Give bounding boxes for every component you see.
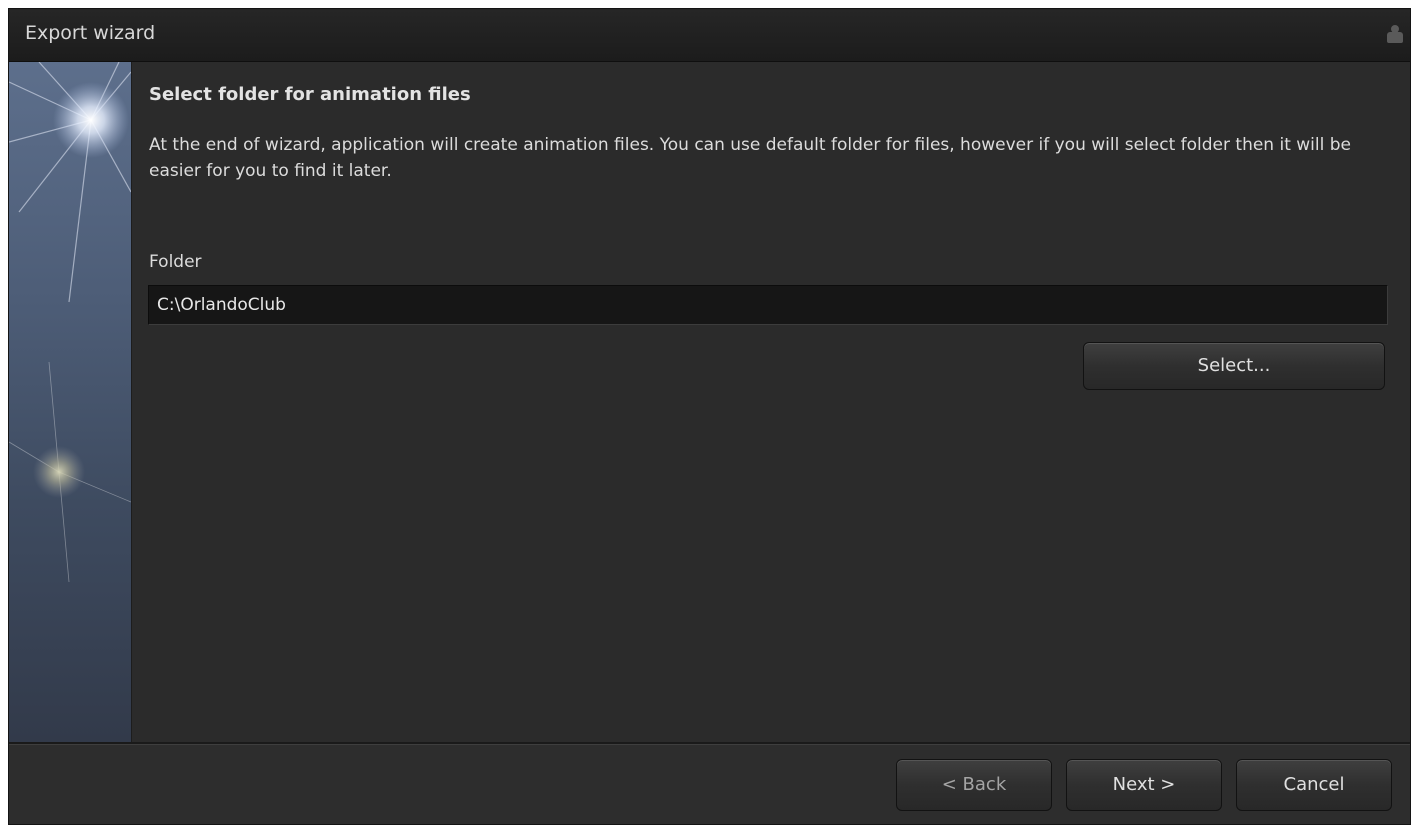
folder-label: Folder [149,252,202,272]
wizard-side-banner [9,62,132,742]
next-button[interactable]: Next > [1066,759,1222,811]
user-icon[interactable] [1386,23,1406,45]
window-title: Export wizard [25,22,156,44]
wizard-footer: < Back Next > Cancel [9,745,1410,824]
page-heading: Select folder for animation files [149,84,471,105]
select-folder-button[interactable]: Select... [1083,342,1385,390]
cancel-button[interactable]: Cancel [1236,759,1392,811]
page-description: At the end of wizard, application will c… [149,135,1352,181]
starburst-graphic [9,62,131,583]
folder-path-input[interactable]: C:\OrlandoClub [148,285,1388,325]
wizard-page: Select folder for animation files At the… [132,62,1410,742]
back-button[interactable]: < Back [896,759,1052,811]
title-bar[interactable]: Export wizard [9,9,1410,62]
export-wizard-window: Export wizard Select folder for animatio… [8,8,1411,825]
